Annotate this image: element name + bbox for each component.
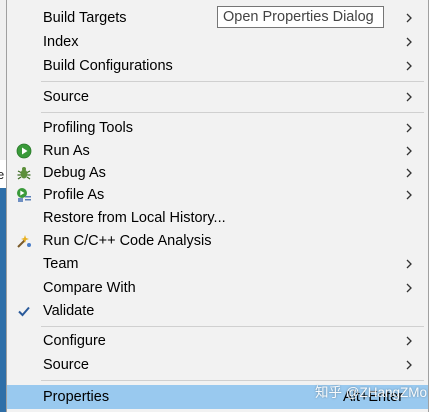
menu-item-label: Restore from Local History... [43, 210, 226, 226]
menu-item-debug-as[interactable]: Debug As [7, 162, 428, 184]
debug-icon [17, 167, 31, 180]
menu-item-build-configurations[interactable]: Build Configurations [7, 55, 428, 77]
submenu-arrow-icon [406, 168, 412, 178]
menu-item-label: Properties [43, 389, 110, 405]
menu-item-label: Debug As [43, 165, 106, 181]
run-icon [16, 143, 32, 159]
menu-item-label: Build Configurations [43, 58, 173, 74]
menu-separator [41, 112, 424, 113]
menu-item-label: Source [43, 89, 89, 105]
profile-icon [17, 188, 31, 202]
menu-item-label: Index [43, 34, 79, 50]
code-analysis-icon [17, 235, 31, 248]
submenu-arrow-icon [406, 336, 412, 346]
submenu-arrow-icon [406, 259, 412, 269]
menu-item-label: Source [43, 357, 89, 373]
submenu-arrow-icon [406, 37, 412, 47]
submenu-arrow-icon [406, 92, 412, 102]
menu-item-validate[interactable]: Validate [7, 300, 428, 322]
menu-item-index[interactable]: Index [7, 31, 428, 53]
menu-item-source-2[interactable]: Source [7, 354, 428, 376]
menu-item-shortcut: Alt+Enter [343, 389, 404, 405]
menu-item-label: Run C/C++ Code Analysis [43, 233, 212, 249]
submenu-arrow-icon [406, 283, 412, 293]
submenu-arrow-icon [406, 123, 412, 133]
submenu-arrow-icon [406, 190, 412, 200]
menu-item-run-as[interactable]: Run As [7, 140, 428, 162]
submenu-arrow-icon [406, 360, 412, 370]
submenu-arrow-icon [406, 146, 412, 156]
menu-item-properties[interactable]: Properties Alt+Enter [7, 385, 428, 409]
menu-item-label: Configure [43, 333, 106, 349]
menu-item-label: Compare With [43, 280, 136, 296]
menu-separator [41, 326, 424, 327]
menu-item-compare-with[interactable]: Compare With [7, 277, 428, 299]
menu-separator [41, 81, 424, 82]
menu-item-run-code-analysis[interactable]: Run C/C++ Code Analysis [7, 230, 428, 252]
checkmark-icon [18, 306, 30, 317]
context-menu: Build Targets Index Build Configurations… [6, 0, 429, 412]
menu-item-configure[interactable]: Configure [7, 330, 428, 352]
menu-item-label: Run As [43, 143, 90, 159]
menu-item-profiling-tools[interactable]: Profiling Tools [7, 117, 428, 139]
menu-item-label: Build Targets [43, 10, 127, 26]
menu-item-label: Validate [43, 303, 95, 319]
menu-item-restore-from-local-history[interactable]: Restore from Local History... [7, 207, 428, 229]
menu-item-label: Profiling Tools [43, 120, 134, 136]
menu-item-label: Team [43, 256, 79, 272]
tooltip: Open Properties Dialog [217, 6, 384, 28]
menu-item-team[interactable]: Team [7, 253, 428, 275]
menu-item-profile-as[interactable]: Profile As [7, 184, 428, 206]
submenu-arrow-icon [406, 61, 412, 71]
menu-item-label: Profile As [43, 187, 105, 203]
menu-item-source[interactable]: Source [7, 86, 428, 108]
background-partial-text: e [0, 167, 5, 182]
menu-separator [41, 380, 424, 381]
submenu-arrow-icon [406, 13, 412, 23]
